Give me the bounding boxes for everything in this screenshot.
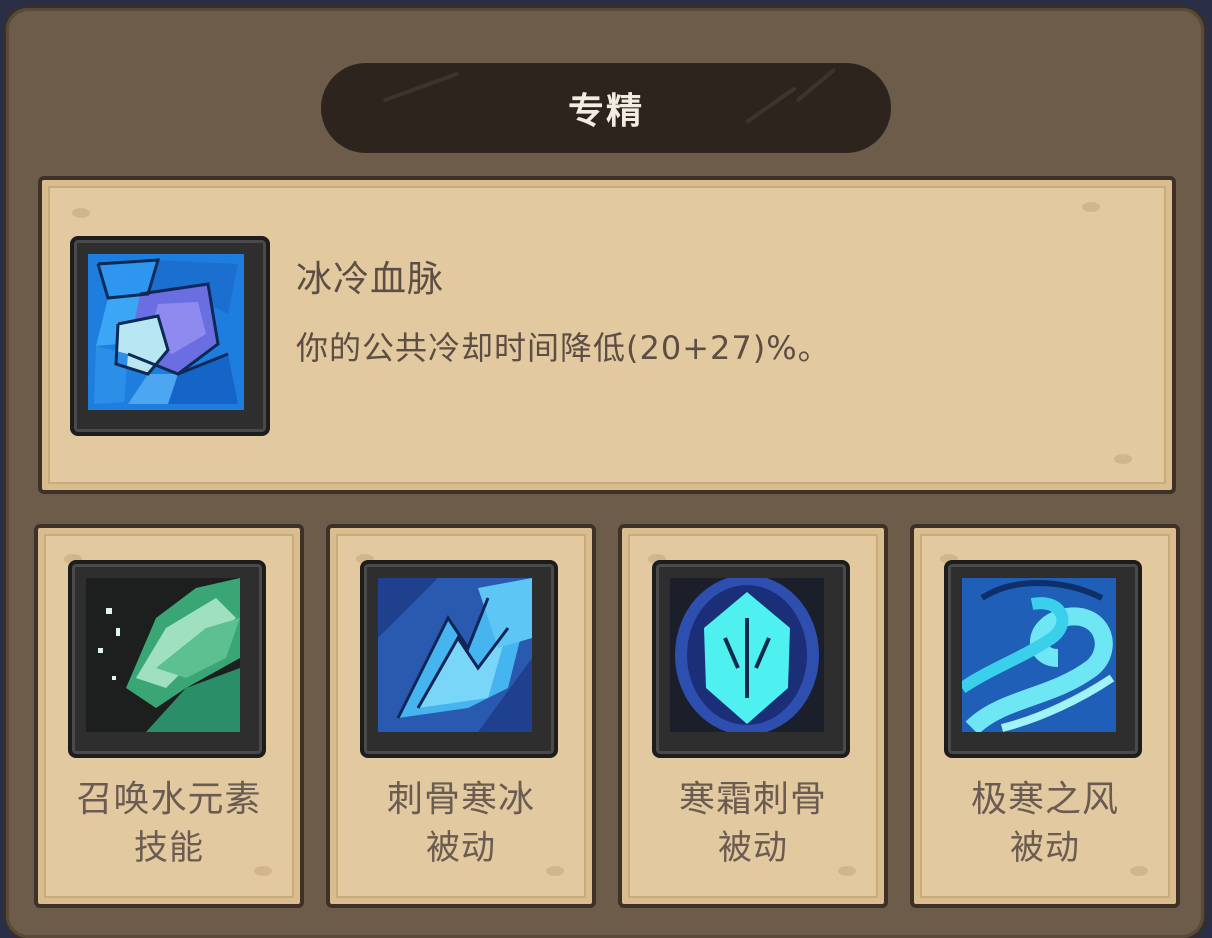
skill-card-frost-bite[interactable]: 寒霜刺骨 被动 <box>618 524 888 908</box>
featured-skill-card[interactable]: 冰冷血脉 你的公共冷却时间降低(20+27)%。 <box>38 176 1176 494</box>
ice-shards-icon <box>360 560 558 758</box>
skill-name: 寒霜刺骨 <box>678 779 827 820</box>
skill-name: 极寒之风 <box>970 779 1119 820</box>
frost-crystal-icon <box>652 560 850 758</box>
title-bar: 专精 <box>321 63 891 153</box>
skill-type: 被动 <box>718 828 788 868</box>
skill-type: 技能 <box>134 828 204 868</box>
skill-card-piercing-ice[interactable]: 刺骨寒冰 被动 <box>326 524 596 908</box>
skill-card-frigid-wind[interactable]: 极寒之风 被动 <box>910 524 1180 908</box>
water-elemental-icon <box>68 560 266 758</box>
skill-card-summon-water-elemental[interactable]: 召唤水元素 技能 <box>34 524 304 908</box>
skill-name: 召唤水元素 <box>76 779 262 820</box>
featured-skill-name: 冰冷血脉 <box>296 259 445 300</box>
featured-skill-description: 你的公共冷却时间降低(20+27)%。 <box>296 329 831 367</box>
ice-shatter-icon <box>70 236 270 436</box>
frost-wind-icon <box>944 560 1142 758</box>
skill-type: 被动 <box>426 828 496 868</box>
page-title: 专精 <box>567 91 644 132</box>
skill-name: 刺骨寒冰 <box>386 779 535 820</box>
skill-type: 被动 <box>1010 828 1080 868</box>
